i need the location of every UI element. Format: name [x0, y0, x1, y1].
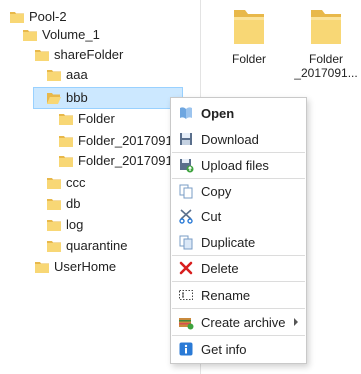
- tree-item-label: aaa: [66, 67, 88, 82]
- menu-item-label: Create archive: [201, 314, 286, 330]
- folder-icon: [59, 113, 73, 125]
- open-book-icon: [178, 105, 194, 121]
- tree-item-label: Folder_20170915: [78, 133, 180, 148]
- tree-item-label: Folder_20170915: [78, 153, 180, 168]
- folder-icon: [35, 49, 49, 61]
- context-menu: Open Download Upload files Copy Cut Dupl…: [170, 97, 307, 364]
- folder-icon: [234, 10, 264, 44]
- file-tile-label: Folder: [231, 52, 266, 66]
- tree-item-label: Folder: [78, 111, 115, 126]
- tree-item-ccc[interactable]: ccc: [47, 172, 86, 194]
- tree-item-quarantine[interactable]: quarantine: [47, 235, 127, 257]
- file-tile-label-line2: _2017091...: [294, 66, 358, 80]
- menu-item-label: Open: [201, 105, 235, 121]
- file-tile-folder[interactable]: Folder: [214, 8, 284, 66]
- duplicate-icon: [178, 234, 194, 250]
- tree-item-label: UserHome: [54, 259, 117, 274]
- tree-item-bbb[interactable]: bbb: [33, 87, 183, 109]
- menu-item-copy[interactable]: Copy: [172, 179, 305, 203]
- menu-item-label: Delete: [201, 260, 239, 276]
- folder-icon: [47, 177, 61, 189]
- upload-icon: [178, 157, 194, 173]
- tree-item-folder-20170915-a[interactable]: Folder_20170915: [59, 130, 180, 152]
- folder-icon: [10, 11, 24, 23]
- rename-icon: [178, 287, 194, 303]
- tree-item-label: db: [66, 196, 81, 211]
- folder-icon: [47, 198, 61, 210]
- tree-item-folder-20170915-b[interactable]: Folder_20170915: [59, 150, 180, 172]
- floppy-disk-icon: [178, 131, 194, 147]
- archive-icon: [178, 314, 194, 330]
- folder-icon: [47, 69, 61, 81]
- file-tile-folder-2017[interactable]: Folder _2017091...: [291, 8, 361, 80]
- chevron-right-icon: [294, 318, 298, 326]
- menu-item-label: Duplicate: [201, 234, 256, 250]
- folder-icon: [35, 261, 49, 273]
- tree-item-aaa[interactable]: aaa: [47, 64, 88, 86]
- menu-item-get-info[interactable]: Get info: [172, 337, 305, 361]
- menu-item-delete[interactable]: Delete: [172, 256, 305, 280]
- tree-item-label: quarantine: [66, 238, 128, 253]
- copy-icon: [178, 183, 194, 199]
- menu-item-rename[interactable]: Rename: [172, 283, 305, 307]
- menu-item-label: Cut: [201, 208, 222, 224]
- folder-icon: [47, 219, 61, 231]
- menu-separator: [172, 281, 305, 282]
- tree-item-label: log: [66, 217, 84, 232]
- menu-item-label: Copy: [201, 183, 232, 199]
- tree-item-label: bbb: [66, 90, 88, 105]
- tree-item-db[interactable]: db: [47, 193, 80, 215]
- menu-separator: [172, 308, 305, 309]
- folder-open-icon: [47, 92, 61, 104]
- scissors-icon: [178, 208, 194, 224]
- file-manager-window: Pool-2 Volume_1 shareFolder aaa bbb Fold…: [0, 0, 361, 374]
- tree-item-userhome[interactable]: UserHome: [35, 256, 116, 278]
- menu-item-duplicate[interactable]: Duplicate: [172, 230, 305, 254]
- menu-item-label: Upload files: [201, 157, 269, 173]
- menu-item-download[interactable]: Download: [172, 127, 305, 151]
- menu-item-open[interactable]: Open: [172, 101, 305, 125]
- tree-item-label: shareFolder: [54, 47, 124, 62]
- info-icon: [178, 341, 194, 357]
- folder-icon: [59, 155, 73, 167]
- folder-icon: [47, 240, 61, 252]
- folder-icon: [23, 29, 37, 41]
- tree-item-log[interactable]: log: [47, 214, 83, 236]
- file-tile-label: Folder: [308, 52, 343, 66]
- menu-item-label: Download: [201, 131, 259, 147]
- tree-item-folder[interactable]: Folder: [59, 108, 115, 130]
- menu-item-label: Get info: [201, 341, 247, 357]
- delete-x-icon: [178, 260, 194, 276]
- folder-icon: [311, 10, 341, 44]
- tree-item-sharefolder[interactable]: shareFolder: [35, 44, 123, 66]
- menu-separator: [172, 335, 305, 336]
- menu-item-create-archive[interactable]: Create archive: [172, 310, 305, 334]
- menu-item-label: Rename: [201, 287, 251, 303]
- folder-icon: [59, 135, 73, 147]
- tree-item-label: Volume_1: [42, 27, 100, 42]
- menu-item-upload-files[interactable]: Upload files: [172, 153, 305, 177]
- tree-item-label: ccc: [66, 175, 86, 190]
- menu-item-cut[interactable]: Cut: [172, 204, 305, 228]
- tree-item-volume-1[interactable]: Volume_1: [23, 24, 100, 46]
